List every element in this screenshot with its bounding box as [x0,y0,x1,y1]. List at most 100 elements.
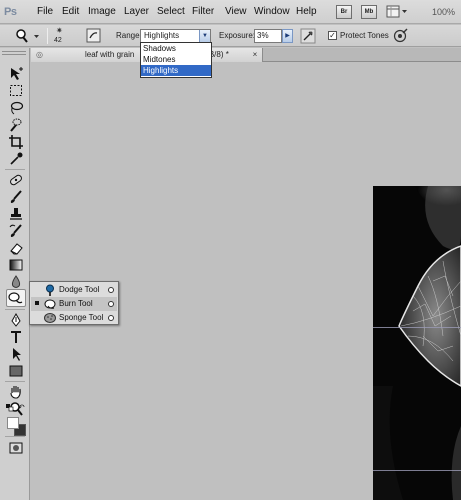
tool-separator [5,436,25,437]
range-option-highlights[interactable]: Highlights [141,65,211,76]
tablet-pressure-icon [393,28,408,43]
menu-window[interactable]: Window [254,0,290,24]
healing-brush-icon [10,174,22,186]
spot-healing-tool[interactable] [8,172,24,188]
quick-selection-icon [10,118,22,132]
shortcut-indicator-icon [108,315,114,321]
view-extras-button[interactable] [386,5,408,19]
brush-panel-icon [86,28,101,43]
flyout-item-label: Sponge Tool [59,313,104,322]
flyout-item-burn[interactable]: Burn Tool [31,297,117,311]
brush-picker[interactable]: ✷ 42 [53,27,67,46]
history-brush-tool[interactable] [8,223,24,239]
path-selection-icon [13,348,21,361]
eyedropper-icon [10,152,23,165]
lasso-tool[interactable] [8,100,24,116]
quick-mask-button[interactable] [8,440,24,456]
brush-size: 42 [54,37,62,44]
range-option-shadows[interactable]: Shadows [141,43,211,54]
burn-icon [44,298,56,310]
tool-separator [5,169,25,170]
minibridge-button[interactable]: Mb [361,5,377,19]
range-select[interactable]: Highlights ▼ [140,29,211,43]
options-separator [47,28,48,44]
document-tab-title-start: leaf with grain [85,50,135,59]
crop-tool[interactable] [8,134,24,150]
dodge-tool-preset-icon [16,29,39,43]
chevron-down-icon[interactable]: ▼ [199,30,210,42]
flyout-item-dodge[interactable]: Dodge Tool [31,283,117,297]
menu-file[interactable]: File [37,0,53,24]
menu-image[interactable]: Image [88,0,116,24]
gradient-icon [9,259,23,271]
bridge-button[interactable]: Br [336,5,352,19]
dodge-tool[interactable] [6,289,26,307]
range-label: Range: [116,31,142,40]
shape-tool[interactable] [8,363,24,379]
foreground-color-swatch[interactable] [7,417,19,429]
hand-tool[interactable] [8,384,24,400]
type-tool[interactable] [8,329,24,345]
eraser-icon [10,243,23,255]
brush-tool[interactable] [8,189,24,205]
clone-stamp-tool[interactable] [8,206,24,222]
horizontal-guide [373,470,461,471]
close-icon[interactable]: × [251,51,259,59]
brush-icon [10,190,22,203]
default-colors-icon[interactable] [6,404,14,412]
blur-tool[interactable] [8,274,24,290]
move-icon [11,67,23,80]
menu-filter[interactable]: Filter [192,0,214,24]
brush-panel-button[interactable] [86,28,102,44]
shortcut-indicator-icon [108,301,114,307]
pen-tool[interactable] [8,312,24,328]
panel-grip[interactable] [2,51,26,61]
eyedropper-tool[interactable] [8,151,24,167]
exposure-field[interactable]: 3% [254,29,282,43]
crop-icon [9,135,23,149]
toning-tools-flyout: Dodge Tool Burn Tool Sponge Tool [29,281,119,325]
protect-tones-checkbox[interactable]: ✓ [328,31,337,40]
leaf-image[interactable] [373,186,461,500]
dodge-icon [44,284,56,296]
marquee-icon [10,85,22,96]
type-icon [11,331,21,343]
photoshop-logo: Ps [4,6,17,18]
document-tab-strip: ◎ leaf with grain RGB/8) * × [31,48,461,62]
menu-select[interactable]: Select [157,0,185,24]
quick-mask-icon [9,442,23,454]
airbrush-icon [300,28,316,44]
menu-layer[interactable]: Layer [124,0,149,24]
flyout-item-label: Burn Tool [59,299,93,308]
exposure-slider-arrow-icon[interactable]: ▶ [282,29,293,43]
flyout-item-sponge[interactable]: Sponge Tool [31,311,117,325]
tool-preset-picker[interactable] [14,28,42,44]
tab-scroll-left-icon[interactable]: ◎ [36,48,43,62]
menu-view[interactable]: View [225,0,247,24]
horizontal-guide [373,327,461,328]
view-extras-icon [386,5,407,18]
hand-icon [10,386,21,399]
brush-tip-icon: ✷ [56,26,63,35]
zoom-level[interactable]: 100% [432,0,455,24]
menu-help[interactable]: Help [296,0,317,24]
eraser-tool[interactable] [8,240,24,256]
menu-edit[interactable]: Edit [62,0,79,24]
exposure-label: Exposure: [219,31,256,40]
move-tool[interactable] [8,66,24,82]
pen-icon [11,312,21,327]
range-select-value: Highlights [144,31,180,40]
range-option-midtones[interactable]: Midtones [141,54,211,65]
swap-colors-icon[interactable]: ↶ [18,404,27,412]
airbrush-button[interactable] [300,28,316,44]
gradient-tool[interactable] [8,257,24,273]
range-dropdown-list: Shadows Midtones Highlights [140,42,212,78]
tablet-pressure-button[interactable] [392,28,408,44]
blur-drop-icon [11,275,21,288]
leaf-photo [373,186,461,500]
tool-separator [5,381,25,382]
marquee-tool[interactable] [8,83,24,99]
quick-selection-tool[interactable] [8,117,24,133]
menu-bar: Ps File Edit Image Layer Select Filter V… [0,0,461,24]
path-selection-tool[interactable] [8,346,24,362]
